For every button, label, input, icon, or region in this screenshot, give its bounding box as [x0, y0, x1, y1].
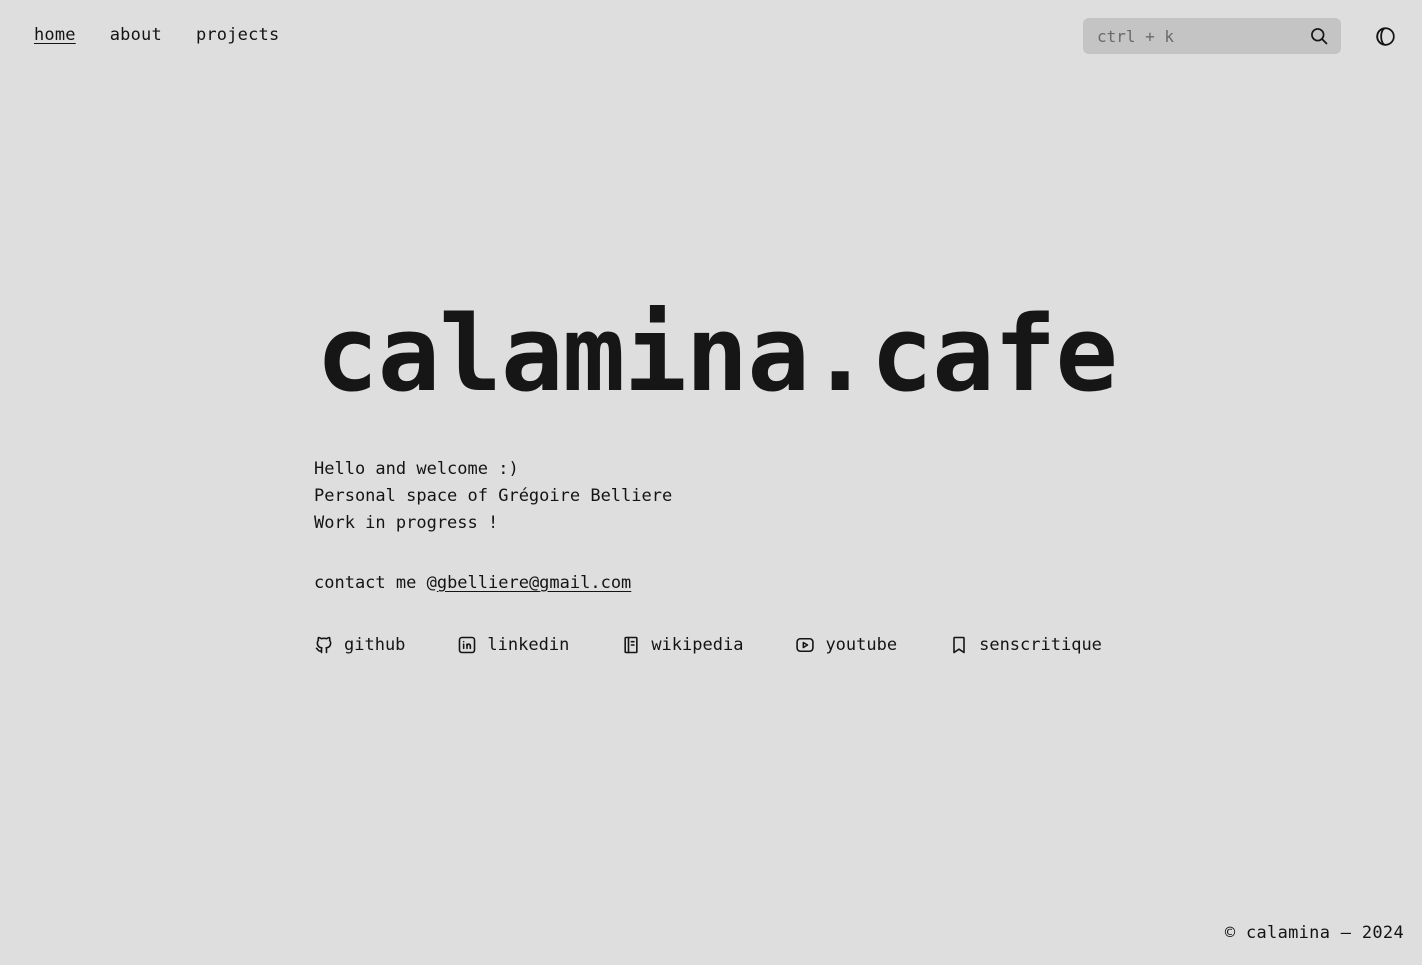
senscritique-label: senscritique: [979, 635, 1102, 655]
wikipedia-link[interactable]: wikipedia: [621, 633, 743, 657]
youtube-icon: [795, 635, 815, 655]
nav-about-link[interactable]: about: [110, 23, 162, 47]
site-title: calamina.cafe: [316, 293, 1118, 415]
github-icon: [314, 635, 334, 655]
linkedin-icon: [457, 635, 477, 655]
hero-section: calamina.cafe Hello and welcome :) Perso…: [314, 296, 1134, 657]
github-link[interactable]: github: [314, 633, 405, 657]
search-icon[interactable]: [1309, 26, 1329, 46]
nav-home-link[interactable]: home: [34, 23, 76, 47]
youtube-label: youtube: [825, 635, 898, 655]
wikipedia-label: wikipedia: [651, 635, 744, 655]
contact-line: contact me @gbelliere@gmail.com: [314, 571, 1134, 595]
nav-projects-link[interactable]: projects: [196, 23, 279, 47]
linkedin-label: linkedin: [487, 635, 570, 655]
page: home about projects calamina.cafe Hello …: [0, 0, 1422, 965]
contrast-icon: [1375, 26, 1396, 47]
social-links: github linkedin wikipedia youtube senscr…: [314, 633, 1134, 657]
contact-prefix: contact me @: [314, 573, 437, 593]
search-input[interactable]: [1097, 26, 1309, 46]
intro-text: Hello and welcome :) Personal space of G…: [314, 456, 1134, 537]
youtube-link[interactable]: youtube: [795, 633, 897, 657]
bookmark-icon: [949, 635, 969, 655]
search-box[interactable]: [1083, 18, 1341, 54]
intro-line: Personal space of Grégoire Belliere: [314, 486, 673, 506]
book-icon: [621, 635, 641, 655]
intro-line: Hello and welcome :): [314, 459, 519, 479]
github-label: github: [344, 635, 406, 655]
contact-email-link[interactable]: gbelliere@gmail.com: [437, 573, 631, 593]
theme-toggle-button[interactable]: [1375, 26, 1396, 47]
top-nav: home about projects: [34, 23, 313, 47]
senscritique-link[interactable]: senscritique: [949, 633, 1102, 657]
intro-line: Work in progress !: [314, 513, 499, 533]
footer-copyright: © calamina – 2024: [1224, 923, 1404, 943]
linkedin-link[interactable]: linkedin: [457, 633, 569, 657]
